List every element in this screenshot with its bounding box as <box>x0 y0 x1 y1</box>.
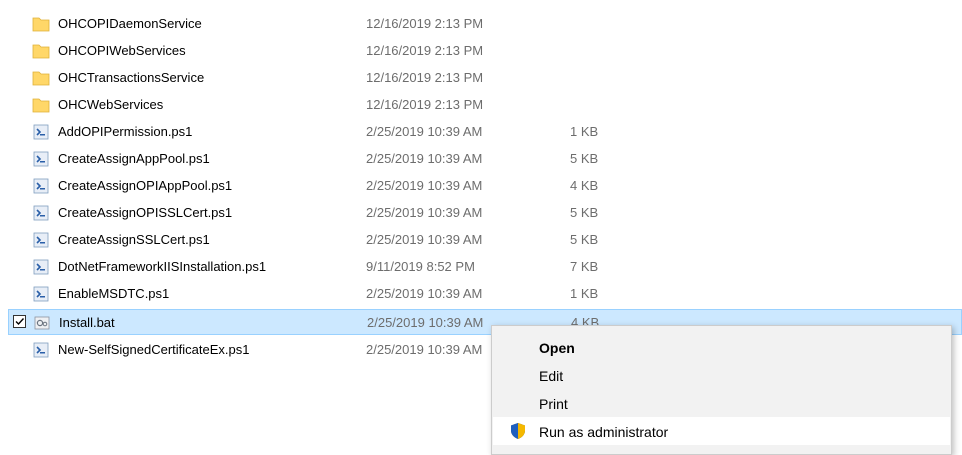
file-name: CreateAssignOPIAppPool.ps1 <box>58 178 233 193</box>
file-date: 2/25/2019 10:39 AM <box>367 315 484 330</box>
file-size: 5 KB <box>570 232 599 247</box>
file-name: OHCOPIWebServices <box>58 43 186 58</box>
file-row[interactable]: CreateAssignOPIAppPool.ps1 2/25/2019 10:… <box>8 173 962 199</box>
file-row[interactable]: AddOPIPermission.ps1 2/25/2019 10:39 AM … <box>8 119 962 145</box>
file-date: 12/16/2019 2:13 PM <box>366 43 484 58</box>
file-size: 4 KB <box>570 178 599 193</box>
file-name: EnableMSDTC.ps1 <box>58 286 170 301</box>
file-name: OHCWebServices <box>58 97 164 112</box>
file-row[interactable]: CreateAssignOPISSLCert.ps1 2/25/2019 10:… <box>8 200 962 226</box>
file-date: 2/25/2019 10:39 AM <box>366 342 483 357</box>
menu-item-edit[interactable]: Edit <box>493 361 950 389</box>
file-row[interactable]: CreateAssignAppPool.ps1 2/25/2019 10:39 … <box>8 146 962 172</box>
file-row[interactable]: CreateAssignSSLCert.ps1 2/25/2019 10:39 … <box>8 227 962 253</box>
file-name: New-SelfSignedCertificateEx.ps1 <box>58 342 250 357</box>
file-size: 5 KB <box>570 205 599 220</box>
file-date: 2/25/2019 10:39 AM <box>366 151 483 166</box>
file-size: 5 KB <box>570 151 599 166</box>
file-date: 2/25/2019 10:39 AM <box>366 205 483 220</box>
file-row[interactable]: DotNetFrameworkIISInstallation.ps1 9/11/… <box>8 254 962 280</box>
file-name: CreateAssignSSLCert.ps1 <box>58 232 210 247</box>
row-checkbox[interactable] <box>13 315 26 328</box>
context-menu: Open Edit Print Run as administrator <box>491 325 952 455</box>
menu-item-open[interactable]: Open <box>493 333 950 361</box>
powershell-script-icon <box>32 285 50 303</box>
file-date: 12/16/2019 2:13 PM <box>366 16 484 31</box>
file-row[interactable]: OHCOPIDaemonService 12/16/2019 2:13 PM <box>8 11 962 37</box>
file-row[interactable]: OHCOPIWebServices 12/16/2019 2:13 PM <box>8 38 962 64</box>
file-name: OHCOPIDaemonService <box>58 16 202 31</box>
file-date: 2/25/2019 10:39 AM <box>366 178 483 193</box>
folder-icon <box>32 69 50 87</box>
file-row[interactable]: OHCWebServices 12/16/2019 2:13 PM <box>8 92 962 118</box>
folder-icon <box>32 42 50 60</box>
file-name: CreateAssignOPISSLCert.ps1 <box>58 205 233 220</box>
file-size: 1 KB <box>570 286 599 301</box>
menu-item-run-as-administrator[interactable]: Run as administrator <box>493 417 950 445</box>
powershell-script-icon <box>32 150 50 168</box>
menu-item-label: Run as administrator <box>539 424 669 440</box>
file-date: 9/11/2019 8:52 PM <box>366 259 475 274</box>
file-row[interactable]: EnableMSDTC.ps1 2/25/2019 10:39 AM 1 KB <box>8 281 962 307</box>
menu-item-print[interactable]: Print <box>493 389 950 417</box>
file-date: 2/25/2019 10:39 AM <box>366 286 483 301</box>
powershell-script-icon <box>32 341 50 359</box>
powershell-script-icon <box>32 231 50 249</box>
file-date: 2/25/2019 10:39 AM <box>366 124 483 139</box>
file-date: 12/16/2019 2:13 PM <box>366 70 484 85</box>
uac-shield-icon <box>509 422 527 443</box>
file-date: 12/16/2019 2:13 PM <box>366 97 484 112</box>
file-size: 1 KB <box>570 124 599 139</box>
file-name: CreateAssignAppPool.ps1 <box>58 151 210 166</box>
file-name: DotNetFrameworkIISInstallation.ps1 <box>58 259 267 274</box>
folder-icon <box>32 96 50 114</box>
file-size: 7 KB <box>570 259 599 274</box>
batch-file-icon <box>33 314 51 332</box>
menu-item-label: Open <box>539 340 575 356</box>
menu-item-label: Edit <box>539 368 564 384</box>
file-name: AddOPIPermission.ps1 <box>58 124 193 139</box>
file-name: OHCTransactionsService <box>58 70 205 85</box>
powershell-script-icon <box>32 177 50 195</box>
powershell-script-icon <box>32 123 50 141</box>
powershell-script-icon <box>32 204 50 222</box>
file-name: Install.bat <box>59 315 115 330</box>
menu-item-label: Print <box>539 396 568 412</box>
powershell-script-icon <box>32 258 50 276</box>
file-date: 2/25/2019 10:39 AM <box>366 232 483 247</box>
file-row[interactable]: OHCTransactionsService 12/16/2019 2:13 P… <box>8 65 962 91</box>
folder-icon <box>32 15 50 33</box>
